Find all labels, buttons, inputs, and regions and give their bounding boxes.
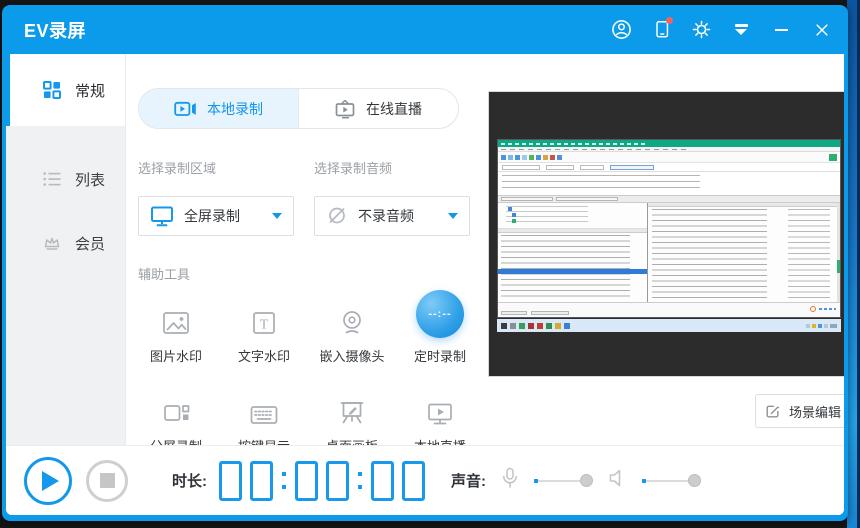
scene-edit-button[interactable]: 场景编辑 bbox=[755, 394, 844, 428]
tool-embed-camera[interactable]: 嵌入摄像头 bbox=[308, 282, 396, 365]
mic-icon bbox=[499, 466, 521, 495]
start-record-button[interactable] bbox=[24, 457, 72, 505]
settings-icon[interactable] bbox=[691, 19, 712, 40]
tools-row-1: 图片水印 T 文字水印 bbox=[132, 282, 484, 365]
preview-taskbar bbox=[497, 319, 841, 332]
tool-split-screen-record[interactable]: 分屏录制 bbox=[132, 372, 220, 455]
tool-timed-record[interactable]: --:-- 定时录制 bbox=[396, 282, 484, 365]
duration-display bbox=[219, 461, 425, 501]
record-audio-dropdown[interactable]: 不录音频 bbox=[314, 196, 470, 236]
split-screen-icon bbox=[161, 400, 191, 428]
titlebar-controls bbox=[611, 19, 832, 40]
record-audio-label: 选择录制音频 bbox=[314, 158, 392, 177]
svg-text:T: T bbox=[260, 318, 269, 333]
app-window: EV录屏 bbox=[2, 5, 848, 521]
sidebar-item-label: 会员 bbox=[75, 233, 105, 254]
notification-badge bbox=[666, 17, 673, 24]
slider-knob[interactable] bbox=[580, 474, 593, 487]
list-icon bbox=[42, 169, 62, 189]
scene-edit-label: 场景编辑 bbox=[789, 402, 841, 421]
chevron-down-icon bbox=[272, 213, 282, 219]
slider-knob[interactable] bbox=[688, 474, 701, 487]
record-area-dropdown[interactable]: 全屏录制 bbox=[138, 196, 294, 236]
chevron-down-icon bbox=[448, 213, 458, 219]
mic-volume-slider[interactable] bbox=[534, 480, 590, 482]
tools-section-label: 辅助工具 bbox=[138, 264, 190, 283]
tab-local-record[interactable]: 本地录制 bbox=[139, 89, 298, 128]
grid-icon bbox=[42, 80, 62, 100]
skin-icon[interactable] bbox=[731, 19, 752, 40]
mic-off-icon bbox=[326, 205, 348, 227]
bottom-control-bar: 时长: 声音: bbox=[6, 445, 844, 515]
stop-record-button[interactable] bbox=[86, 460, 128, 502]
easel-icon bbox=[337, 398, 367, 428]
device-icon[interactable] bbox=[651, 19, 672, 40]
tools-row-2: 分屏录制 按键显示 bbox=[132, 372, 484, 455]
play-icon bbox=[42, 471, 59, 491]
stop-icon bbox=[100, 473, 115, 488]
image-watermark-icon bbox=[160, 310, 192, 338]
tool-local-live[interactable]: 本地直播 bbox=[396, 372, 484, 455]
monitor-play-icon bbox=[425, 400, 455, 428]
tv-icon bbox=[335, 99, 356, 119]
sidebar: 常规 列表 会员 bbox=[6, 54, 126, 445]
tool-image-watermark[interactable]: 图片水印 bbox=[132, 282, 220, 365]
tab-label: 在线直播 bbox=[366, 99, 422, 119]
duration-label: 时长: bbox=[172, 470, 207, 491]
active-indicator bbox=[6, 54, 10, 126]
timer-icon: --:-- bbox=[416, 290, 464, 338]
titlebar: EV录屏 bbox=[2, 5, 848, 54]
tool-desktop-whiteboard[interactable]: 桌面画板 bbox=[308, 372, 396, 455]
slider-tick bbox=[642, 479, 646, 483]
scene-edit-icon bbox=[764, 403, 781, 420]
slider-tick bbox=[534, 479, 538, 483]
tool-key-display[interactable]: 按键显示 bbox=[220, 372, 308, 455]
tool-text-watermark[interactable]: T 文字水印 bbox=[220, 282, 308, 365]
preview-captured-window bbox=[497, 139, 841, 318]
preview-thumbnail bbox=[488, 91, 844, 377]
desktop-wallpaper-strip bbox=[847, 0, 860, 528]
crown-icon bbox=[42, 233, 62, 253]
webcam-icon bbox=[337, 308, 367, 338]
keyboard-icon bbox=[248, 402, 280, 428]
account-icon[interactable] bbox=[611, 19, 632, 40]
text-watermark-icon: T bbox=[249, 310, 279, 338]
content-area: 常规 列表 会员 bbox=[6, 54, 844, 515]
monitor-icon bbox=[150, 205, 174, 227]
minimize-icon[interactable] bbox=[771, 19, 792, 40]
sidebar-item-general[interactable]: 常规 bbox=[6, 54, 125, 126]
video-camera-icon bbox=[174, 100, 197, 118]
record-area-label: 选择录制区域 bbox=[138, 158, 216, 177]
sidebar-item-list[interactable]: 列表 bbox=[6, 147, 125, 211]
record-mode-tabs: 本地录制 在线直播 bbox=[138, 88, 459, 129]
speaker-icon bbox=[607, 467, 629, 494]
sidebar-item-label: 常规 bbox=[75, 80, 105, 101]
tab-label: 本地录制 bbox=[207, 99, 263, 119]
sidebar-item-member[interactable]: 会员 bbox=[6, 211, 125, 275]
sound-label: 声音: bbox=[451, 470, 486, 491]
record-audio-value: 不录音频 bbox=[358, 206, 414, 226]
sidebar-item-label: 列表 bbox=[75, 169, 105, 190]
tab-online-live[interactable]: 在线直播 bbox=[298, 89, 458, 128]
record-area-value: 全屏录制 bbox=[184, 206, 240, 226]
speaker-volume-slider[interactable] bbox=[642, 480, 698, 482]
app-title: EV录屏 bbox=[24, 17, 86, 43]
close-icon[interactable] bbox=[811, 19, 832, 40]
